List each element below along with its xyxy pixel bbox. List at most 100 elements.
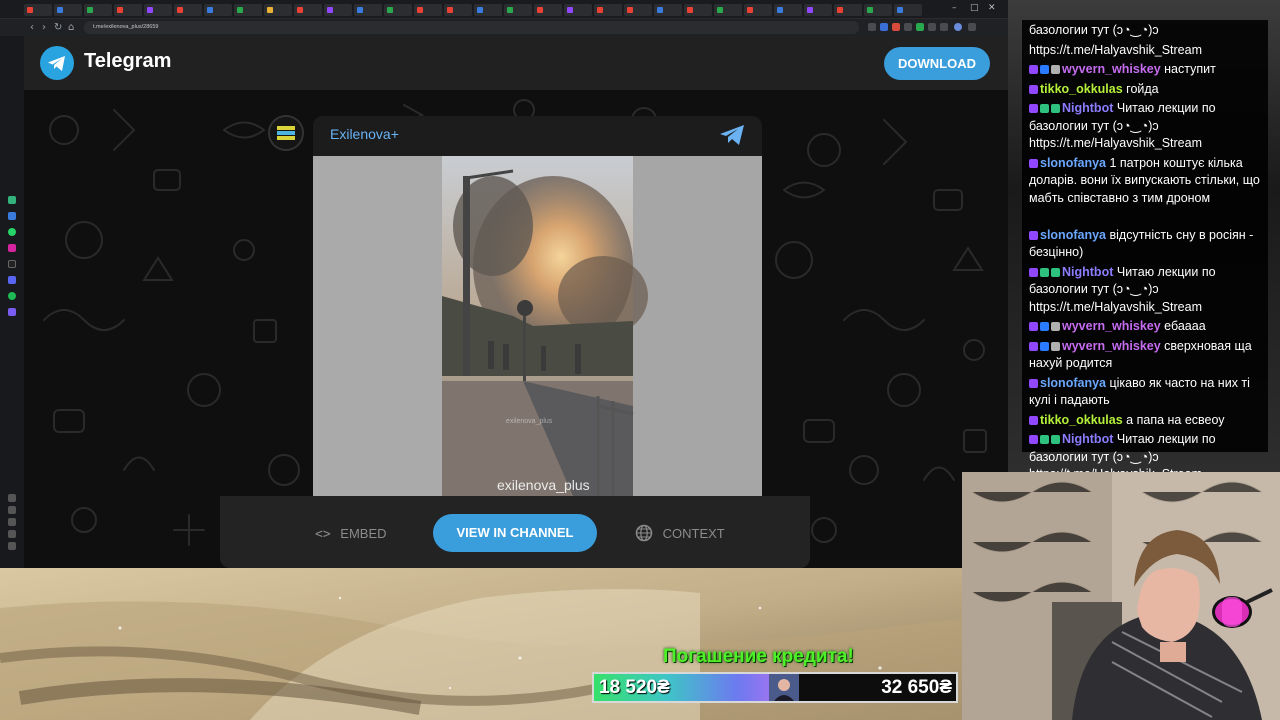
chat-username[interactable]: tikko_okkulas xyxy=(1040,413,1123,427)
instagram-icon[interactable] xyxy=(8,244,16,252)
discord-icon[interactable] xyxy=(8,276,16,284)
extension-icon[interactable] xyxy=(928,23,936,31)
browser-tab[interactable] xyxy=(114,4,142,16)
browser-tab[interactable] xyxy=(654,4,682,16)
close-icon[interactable]: ✕ xyxy=(988,3,996,13)
browser-tab[interactable] xyxy=(804,4,832,16)
sidebar-app-icon[interactable] xyxy=(8,212,16,220)
video-preview[interactable]: exilenova_plus exilenova_plus xyxy=(313,156,762,496)
sidebar-app-icon[interactable] xyxy=(8,308,16,316)
profile-icon[interactable] xyxy=(954,23,962,31)
chat-badge-icon xyxy=(1051,341,1060,351)
settings-icon[interactable] xyxy=(8,542,16,550)
embed-button[interactable]: <> EMBED xyxy=(315,516,387,551)
browser-tab[interactable] xyxy=(624,4,652,16)
chat-username[interactable]: wyvern_whiskey xyxy=(1062,339,1161,353)
browser-tab[interactable] xyxy=(864,4,892,16)
browser-tab[interactable] xyxy=(84,4,112,16)
browser-tab[interactable] xyxy=(474,4,502,16)
browser-tab[interactable] xyxy=(354,4,382,16)
extension-icon[interactable] xyxy=(892,23,900,31)
browser-tab[interactable] xyxy=(744,4,772,16)
sidebar-app-icon[interactable] xyxy=(8,196,16,204)
browser-tab[interactable] xyxy=(894,4,922,16)
browser-tab[interactable] xyxy=(324,4,352,16)
tab-favicon-icon xyxy=(417,7,423,13)
browser-tab[interactable] xyxy=(534,4,562,16)
chat-username[interactable]: wyvern_whiskey xyxy=(1062,62,1161,76)
x-icon[interactable] xyxy=(8,260,16,268)
forward-icon[interactable]: › xyxy=(42,21,46,34)
credit-current-amount: 18 520₴ xyxy=(599,677,670,698)
extension-icon[interactable] xyxy=(916,23,924,31)
browser-tab[interactable] xyxy=(384,4,412,16)
browser-tab[interactable] xyxy=(24,4,52,16)
browser-tab[interactable] xyxy=(564,4,592,16)
browser-tab[interactable] xyxy=(714,4,742,16)
chat-text: а папа на есвеоу xyxy=(1126,412,1225,427)
minimize-icon[interactable]: – xyxy=(952,3,957,13)
telegram-logo-icon[interactable] xyxy=(40,46,74,80)
browser-tab[interactable] xyxy=(174,4,202,16)
browser-window: – □ ✕ ‹ › ↻ ⌂ t.me/exilenova_plus/28659 xyxy=(0,0,1008,568)
extension-icon[interactable] xyxy=(904,23,912,31)
sidebar-tool-icon[interactable] xyxy=(8,530,16,538)
whatsapp-icon[interactable] xyxy=(8,228,16,236)
menu-icon[interactable] xyxy=(968,23,976,31)
back-icon[interactable]: ‹ xyxy=(30,21,34,34)
view-in-channel-button[interactable]: VIEW IN CHANNEL xyxy=(433,514,597,552)
browser-tab[interactable] xyxy=(204,4,232,16)
globe-icon xyxy=(635,524,653,542)
chat-badge-icon xyxy=(1051,435,1060,444)
sidebar-tool-icon[interactable] xyxy=(8,506,16,514)
browser-tab[interactable] xyxy=(414,4,442,16)
browser-tab[interactable] xyxy=(54,4,82,16)
chat-message: wyvern_whiskey ебаааа xyxy=(1029,318,1265,336)
home-icon[interactable]: ⌂ xyxy=(68,21,74,34)
browser-tab[interactable] xyxy=(264,4,292,16)
chat-badge-icon xyxy=(1029,65,1038,74)
browser-tab[interactable] xyxy=(444,4,472,16)
browser-tab[interactable] xyxy=(594,4,622,16)
chat-username[interactable]: wyvern_whiskey xyxy=(1062,319,1161,333)
chat-username[interactable]: slonofanya xyxy=(1040,376,1106,390)
channel-name[interactable]: Exilenova+ xyxy=(330,126,399,142)
spotify-icon[interactable] xyxy=(8,292,16,300)
tab-favicon-icon xyxy=(687,7,693,13)
chat-username[interactable]: Nightbot xyxy=(1062,101,1113,115)
telegram-plane-icon[interactable] xyxy=(718,123,746,147)
chat-badge-icon xyxy=(1040,341,1049,351)
browser-tab[interactable] xyxy=(294,4,322,16)
post-footer: <> EMBED VIEW IN CHANNEL CONTEXT xyxy=(220,496,810,568)
browser-tab[interactable] xyxy=(684,4,712,16)
sidebar-tool-icon[interactable] xyxy=(8,518,16,526)
browser-tab[interactable] xyxy=(504,4,532,16)
telegram-brand[interactable]: Telegram xyxy=(84,50,171,73)
telegram-page: Telegram DOWNLOAD Exilenova+ exilenova_p… xyxy=(24,36,1008,568)
channel-avatar[interactable] xyxy=(268,115,304,151)
tab-favicon-icon xyxy=(477,7,483,13)
browser-tab[interactable] xyxy=(774,4,802,16)
extension-icon[interactable] xyxy=(868,23,876,31)
sidebar-tool-icon[interactable] xyxy=(8,494,16,502)
download-button[interactable]: DOWNLOAD xyxy=(884,47,990,80)
chat-username[interactable]: Nightbot xyxy=(1062,432,1113,446)
chat-badge-icon xyxy=(1040,435,1049,444)
browser-tab[interactable] xyxy=(144,4,172,16)
browser-tab[interactable] xyxy=(234,4,262,16)
chat-username[interactable]: slonofanya xyxy=(1040,228,1106,242)
tab-favicon-icon xyxy=(27,7,33,13)
url-input[interactable]: t.me/exilenova_plus/28659 xyxy=(84,21,859,34)
chat-username[interactable]: Nightbot xyxy=(1062,265,1113,279)
tab-favicon-icon xyxy=(267,7,273,13)
context-button[interactable]: CONTEXT xyxy=(635,516,725,551)
chat-badge-icon xyxy=(1029,378,1038,388)
extension-icon[interactable] xyxy=(940,23,948,31)
reload-icon[interactable]: ↻ xyxy=(54,21,62,34)
extension-icon[interactable] xyxy=(880,23,888,31)
maximize-icon[interactable]: □ xyxy=(970,3,979,13)
chat-username[interactable]: tikko_okkulas xyxy=(1040,82,1123,96)
browser-tab[interactable] xyxy=(834,4,862,16)
chat-username[interactable]: slonofanya xyxy=(1040,156,1106,170)
code-icon: <> xyxy=(315,527,331,542)
